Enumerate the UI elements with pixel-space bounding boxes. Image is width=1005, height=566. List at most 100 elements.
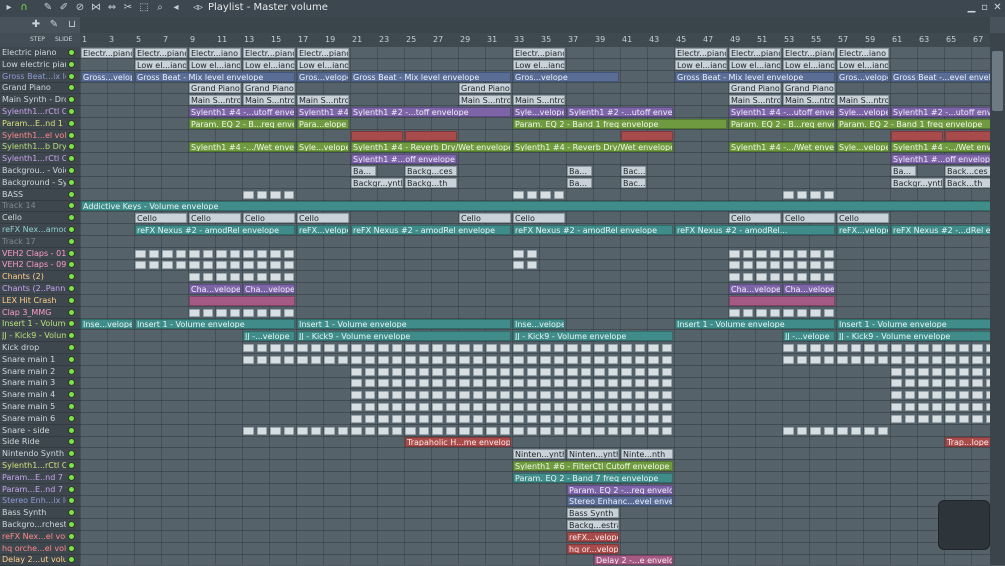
playlist-clip[interactable]: reFX Nexus #2 - amodRel...	[675, 225, 835, 235]
pattern-block[interactable]	[513, 426, 524, 435]
playlist-clip[interactable]: Gros...velope	[837, 71, 889, 82]
pattern-block[interactable]	[972, 403, 983, 411]
vertical-scrollbar[interactable]	[990, 33, 1005, 565]
pattern-block[interactable]	[958, 414, 969, 423]
pattern-block[interactable]	[810, 261, 821, 270]
playlist-clip[interactable]: Main S...ntro	[837, 95, 889, 106]
playlist-clip[interactable]: Sylenth1 #4 - Reverb Dry/Wet envelope	[351, 142, 511, 153]
playlist-clip[interactable]: Param. EQ 2 - Band 1 freq envelope	[837, 118, 990, 129]
pattern-block[interactable]	[904, 355, 915, 364]
playlist-clip[interactable]: Ba...	[567, 166, 592, 176]
track-mute-led-icon[interactable]	[68, 72, 75, 80]
playlist-clip[interactable]: hq or...velope	[567, 543, 619, 554]
pattern-block[interactable]	[810, 249, 821, 258]
pattern-block[interactable]	[661, 426, 672, 435]
grid-row[interactable]	[80, 507, 990, 520]
playlist-clip[interactable]: Low el...iano	[135, 59, 187, 70]
pattern-block[interactable]	[607, 367, 618, 376]
slip-icon[interactable]: ⇔	[106, 2, 118, 14]
pattern-block[interactable]	[756, 273, 767, 282]
playlist-clip[interactable]: Low el...iano	[783, 59, 835, 70]
pattern-block[interactable]	[742, 249, 753, 258]
pattern-block[interactable]	[810, 273, 821, 282]
track-header[interactable]: reFX Nex...amodRel	[0, 224, 80, 236]
pattern-block[interactable]	[661, 414, 672, 423]
playlist-clip[interactable]: Electr...piano	[81, 48, 133, 58]
select-icon[interactable]: ⬚	[138, 2, 150, 14]
pattern-block[interactable]	[418, 391, 429, 400]
pattern-block[interactable]	[351, 379, 362, 388]
pattern-block[interactable]	[405, 403, 416, 411]
pattern-block[interactable]	[378, 414, 389, 423]
track-mute-led-icon[interactable]	[68, 414, 75, 422]
pattern-block[interactable]	[756, 308, 767, 317]
pattern-block[interactable]	[243, 249, 254, 258]
playlist-clip[interactable]: Ninten...ynth	[513, 449, 565, 460]
pattern-block[interactable]	[634, 344, 645, 352]
playlist-clip[interactable]	[945, 130, 990, 141]
playlist-clip[interactable]: Ba...	[567, 177, 592, 188]
pattern-block[interactable]	[526, 426, 537, 435]
pattern-block[interactable]	[850, 426, 861, 435]
pattern-block[interactable]	[607, 344, 618, 352]
pattern-block[interactable]	[432, 367, 443, 376]
pattern-block[interactable]	[337, 344, 348, 352]
playlist-clip[interactable]: Main S...ntro	[297, 95, 349, 106]
track-header[interactable]: Track 14	[0, 200, 80, 213]
pattern-block[interactable]	[931, 403, 942, 411]
pattern-block[interactable]	[243, 344, 254, 352]
pattern-block[interactable]	[769, 308, 780, 317]
pattern-block[interactable]	[783, 273, 794, 282]
pattern-block[interactable]	[567, 414, 578, 423]
pattern-block[interactable]	[405, 379, 416, 388]
pattern-block[interactable]	[418, 414, 429, 423]
pattern-block[interactable]	[621, 426, 632, 435]
track-mute-led-icon[interactable]	[68, 308, 75, 316]
pattern-block[interactable]	[607, 391, 618, 400]
track-mute-led-icon[interactable]	[68, 143, 75, 151]
pattern-block[interactable]	[432, 379, 443, 388]
pattern-block[interactable]	[594, 355, 605, 364]
pattern-block[interactable]	[621, 344, 632, 352]
pattern-block[interactable]	[918, 379, 929, 388]
track-mute-led-icon[interactable]	[68, 226, 75, 233]
playlist-clip[interactable]	[189, 295, 295, 306]
pattern-block[interactable]	[661, 403, 672, 411]
pattern-block[interactable]	[486, 403, 497, 411]
pattern-block[interactable]	[972, 414, 983, 423]
pattern-block[interactable]	[972, 344, 983, 352]
track-header[interactable]: Param...E..nd 7 freq	[0, 484, 80, 496]
pattern-block[interactable]	[769, 261, 780, 270]
pattern-block[interactable]	[526, 403, 537, 411]
pattern-block[interactable]	[810, 344, 821, 352]
playlist-clip[interactable]: Insert 1 - Volume envelope	[135, 319, 295, 330]
playlist-clip[interactable]: JJ - Kick9 - Volume envelope	[297, 331, 511, 342]
pattern-block[interactable]	[270, 426, 281, 435]
playlist-clip[interactable]	[405, 130, 457, 141]
track-mute-led-icon[interactable]	[68, 485, 75, 493]
delete-icon[interactable]: ⊘	[74, 2, 86, 14]
playlist-clip[interactable]: Insert 1 - Volume envelope	[675, 319, 835, 330]
pattern-block[interactable]	[324, 344, 335, 352]
pattern-block[interactable]	[202, 249, 213, 258]
pattern-block[interactable]	[189, 261, 200, 270]
track-mute-led-icon[interactable]	[68, 426, 75, 434]
pattern-block[interactable]	[634, 403, 645, 411]
track-header[interactable]: Param...E..nd 1 freq	[0, 118, 80, 130]
playlist-clip[interactable]: Electr...piano	[783, 48, 835, 58]
playlist-clip[interactable]: Low el...iano	[675, 59, 727, 70]
playlist-clip[interactable]: Sylenth1 #4 -.../Wet envelope	[189, 142, 295, 153]
pattern-block[interactable]	[594, 391, 605, 400]
track-mute-led-icon[interactable]	[68, 438, 75, 446]
pattern-block[interactable]	[486, 391, 497, 400]
playlist-clip[interactable]	[891, 130, 943, 141]
playlist-clip[interactable]: Gross Beat -...evel envelope	[891, 71, 990, 82]
playlist-clip[interactable]: Low el...iano	[297, 59, 349, 70]
pattern-block[interactable]	[823, 355, 834, 364]
track-header[interactable]: reFX Nex...el volume	[0, 531, 80, 543]
track-mute-led-icon[interactable]	[68, 450, 75, 458]
pattern-block[interactable]	[432, 355, 443, 364]
pattern-block[interactable]	[783, 261, 794, 270]
playlist-clip[interactable]: Syle...velope	[297, 142, 349, 153]
pattern-block[interactable]	[229, 249, 240, 258]
